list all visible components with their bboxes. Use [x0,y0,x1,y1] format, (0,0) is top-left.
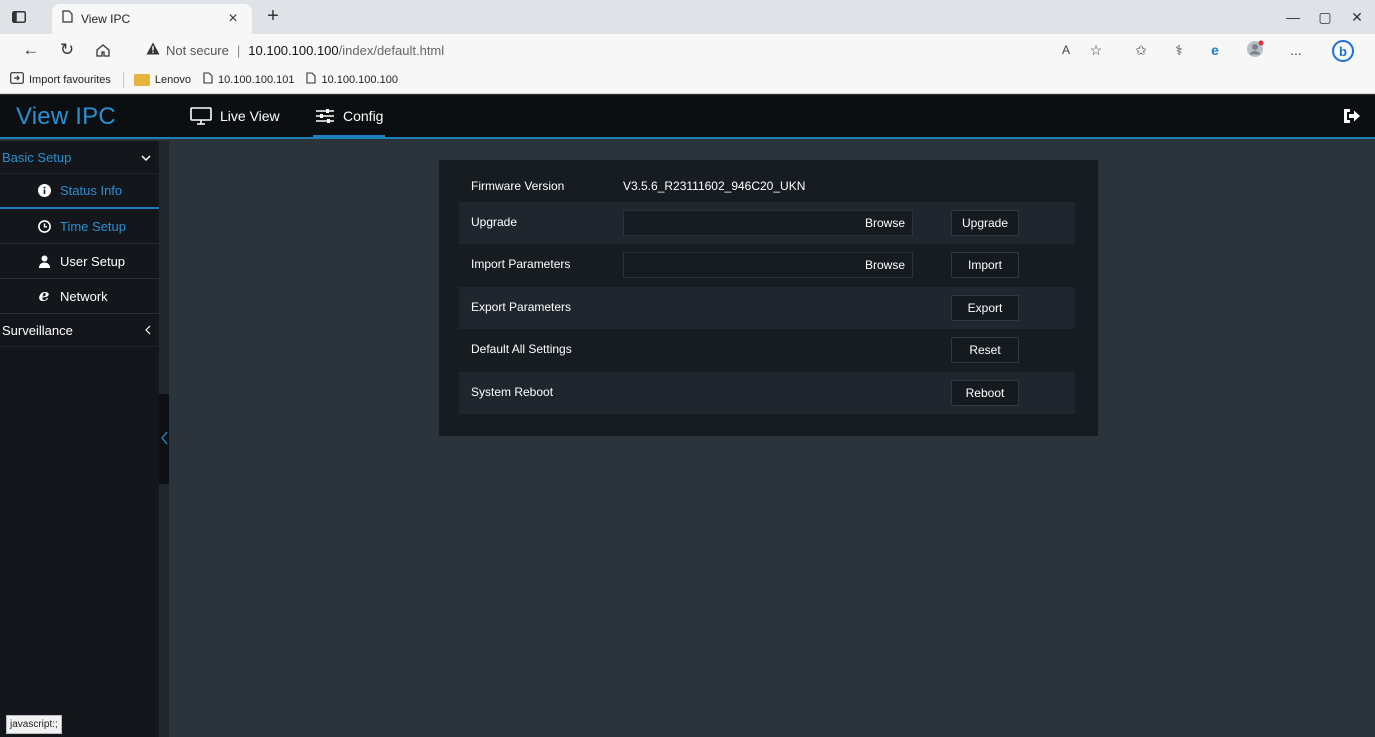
network-ie-icon: e [38,286,50,306]
read-aloud-icon[interactable]: A [1055,40,1077,60]
upgrade-browse-button[interactable]: Browse [857,210,913,236]
sidebar-section-surveillance[interactable]: Surveillance [0,314,159,347]
import-button[interactable]: Import [951,252,1019,278]
import-icon [10,72,24,87]
reset-button[interactable]: Reset [951,337,1019,363]
page-icon [203,72,213,87]
bookmark-import-favourites[interactable]: Import favourites [10,72,111,87]
bookmark-label: Lenovo [154,73,192,86]
bookmark-label: 10.100.100.100 [321,73,398,86]
url-separator: | [236,42,241,58]
chevron-left-icon [144,323,151,338]
page-icon [306,72,317,87]
user-icon [37,254,51,268]
menu-label: Config [343,108,384,124]
sidebar: Basic Setup Status Info Time Setup User … [0,141,159,737]
svg-text:b: b [1339,44,1347,59]
bookmark-divider [122,71,124,88]
collapse-sidebar-button[interactable] [159,394,169,484]
row-label: Export Parameters [471,300,572,314]
upgrade-button[interactable]: Upgrade [951,210,1019,236]
url-host: 10.100.100.100 [248,42,339,58]
sidebar-item-user-setup[interactable]: User Setup [0,244,159,279]
chevron-down-icon [141,150,151,165]
more-icon[interactable]: ... [1285,40,1307,60]
bookmark-label: 10.100.100.101 [218,73,295,86]
sidebar-item-status-info[interactable]: Status Info [0,174,159,209]
sidebar-section-basic-setup[interactable]: Basic Setup [0,141,159,174]
section-label: Surveillance [2,322,73,338]
ie-mode-icon[interactable]: e [1204,40,1226,60]
status-info-panel: Firmware Version V3.5.6_R23111602_946C20… [439,160,1098,436]
export-button[interactable]: Export [951,295,1019,321]
row-upgrade: Upgrade Browse Upgrade [459,202,1075,244]
logout-icon[interactable] [1341,106,1361,126]
menu-config[interactable]: Config [312,95,386,137]
row-import-parameters: Import Parameters Browse Import [459,244,1075,286]
warning-icon [146,42,160,58]
url-path: /index/default.html [338,42,445,58]
sidebar-item-label: User Setup [60,253,126,269]
folder-icon [133,73,150,86]
bing-copilot-icon[interactable]: b [1330,40,1356,62]
sidebar-item-network[interactable]: e Network [0,279,159,314]
browser-tab-strip: View IPC × + — ▢ ✕ [0,0,1375,34]
monitor-icon [190,107,212,125]
restore-icon[interactable]: ▢ [1310,6,1340,28]
row-default-all-settings: Default All Settings Reset [459,329,1075,371]
favorite-star-icon[interactable]: ☆ [1085,40,1107,60]
back-icon[interactable]: ← [20,39,42,61]
not-secure-label: Not secure [166,42,229,58]
info-icon [37,184,51,198]
bookmark-ip-100[interactable]: 10.100.100.100 [306,72,398,87]
refresh-icon[interactable]: ↻ [56,39,78,61]
profile-avatar-icon[interactable] [1244,40,1266,60]
tab-title: View IPC [81,12,131,26]
close-tab-icon[interactable]: × [224,10,242,28]
sliders-icon [316,109,334,123]
firmware-version-value: V3.5.6_R23111602_946C20_UKN [623,179,806,193]
chevron-left-icon [160,431,168,448]
sidebar-item-time-setup[interactable]: Time Setup [0,209,159,244]
sidebar-item-label: Network [60,288,108,304]
extensions-icon[interactable]: ⚕ [1168,40,1190,60]
sidebar-item-label: Time Setup [60,218,126,234]
close-window-icon[interactable]: ✕ [1342,6,1372,28]
menu-label: Live View [220,108,280,124]
bookmark-lenovo[interactable]: Lenovo [133,73,192,86]
bookmarks-bar: Import favourites Lenovo 10.100.100.101 … [0,66,1375,94]
menu-live-view[interactable]: Live View [190,95,280,137]
home-icon[interactable] [92,39,114,61]
row-label: Import Parameters [471,257,571,271]
app-header: View IPC Live View Config [0,95,1375,139]
app-logo: View IPC [16,103,116,130]
browser-toolbar: ← ↻ Not secure | 10.100.100.100 /index/d… [0,34,1375,66]
import-browse-button[interactable]: Browse [857,252,913,278]
bookmark-ip-101[interactable]: 10.100.100.101 [203,72,294,87]
status-bar-url: javascript:; [6,715,62,734]
browser-tab[interactable]: View IPC × [52,4,252,34]
sidebar-item-label: Status Info [60,183,123,198]
section-label: Basic Setup [2,149,72,165]
row-label: Default All Settings [471,342,572,356]
row-export-parameters: Export Parameters Export [459,287,1075,329]
minimize-icon[interactable]: — [1278,6,1308,28]
clock-icon [37,219,51,233]
favorites-icon[interactable]: ✩ [1130,40,1152,60]
bookmark-label: Import favourites [29,73,111,86]
row-label: Firmware Version [471,179,565,193]
new-tab-icon[interactable]: + [262,6,284,28]
row-label: Upgrade [471,215,518,229]
row-label: System Reboot [471,385,554,399]
page-icon [62,10,73,28]
address-bar[interactable]: Not secure | 10.100.100.100 /index/defau… [146,38,1146,62]
tab-actions-icon[interactable] [10,8,28,26]
reboot-button[interactable]: Reboot [951,380,1019,406]
row-system-reboot: System Reboot Reboot [459,372,1075,414]
